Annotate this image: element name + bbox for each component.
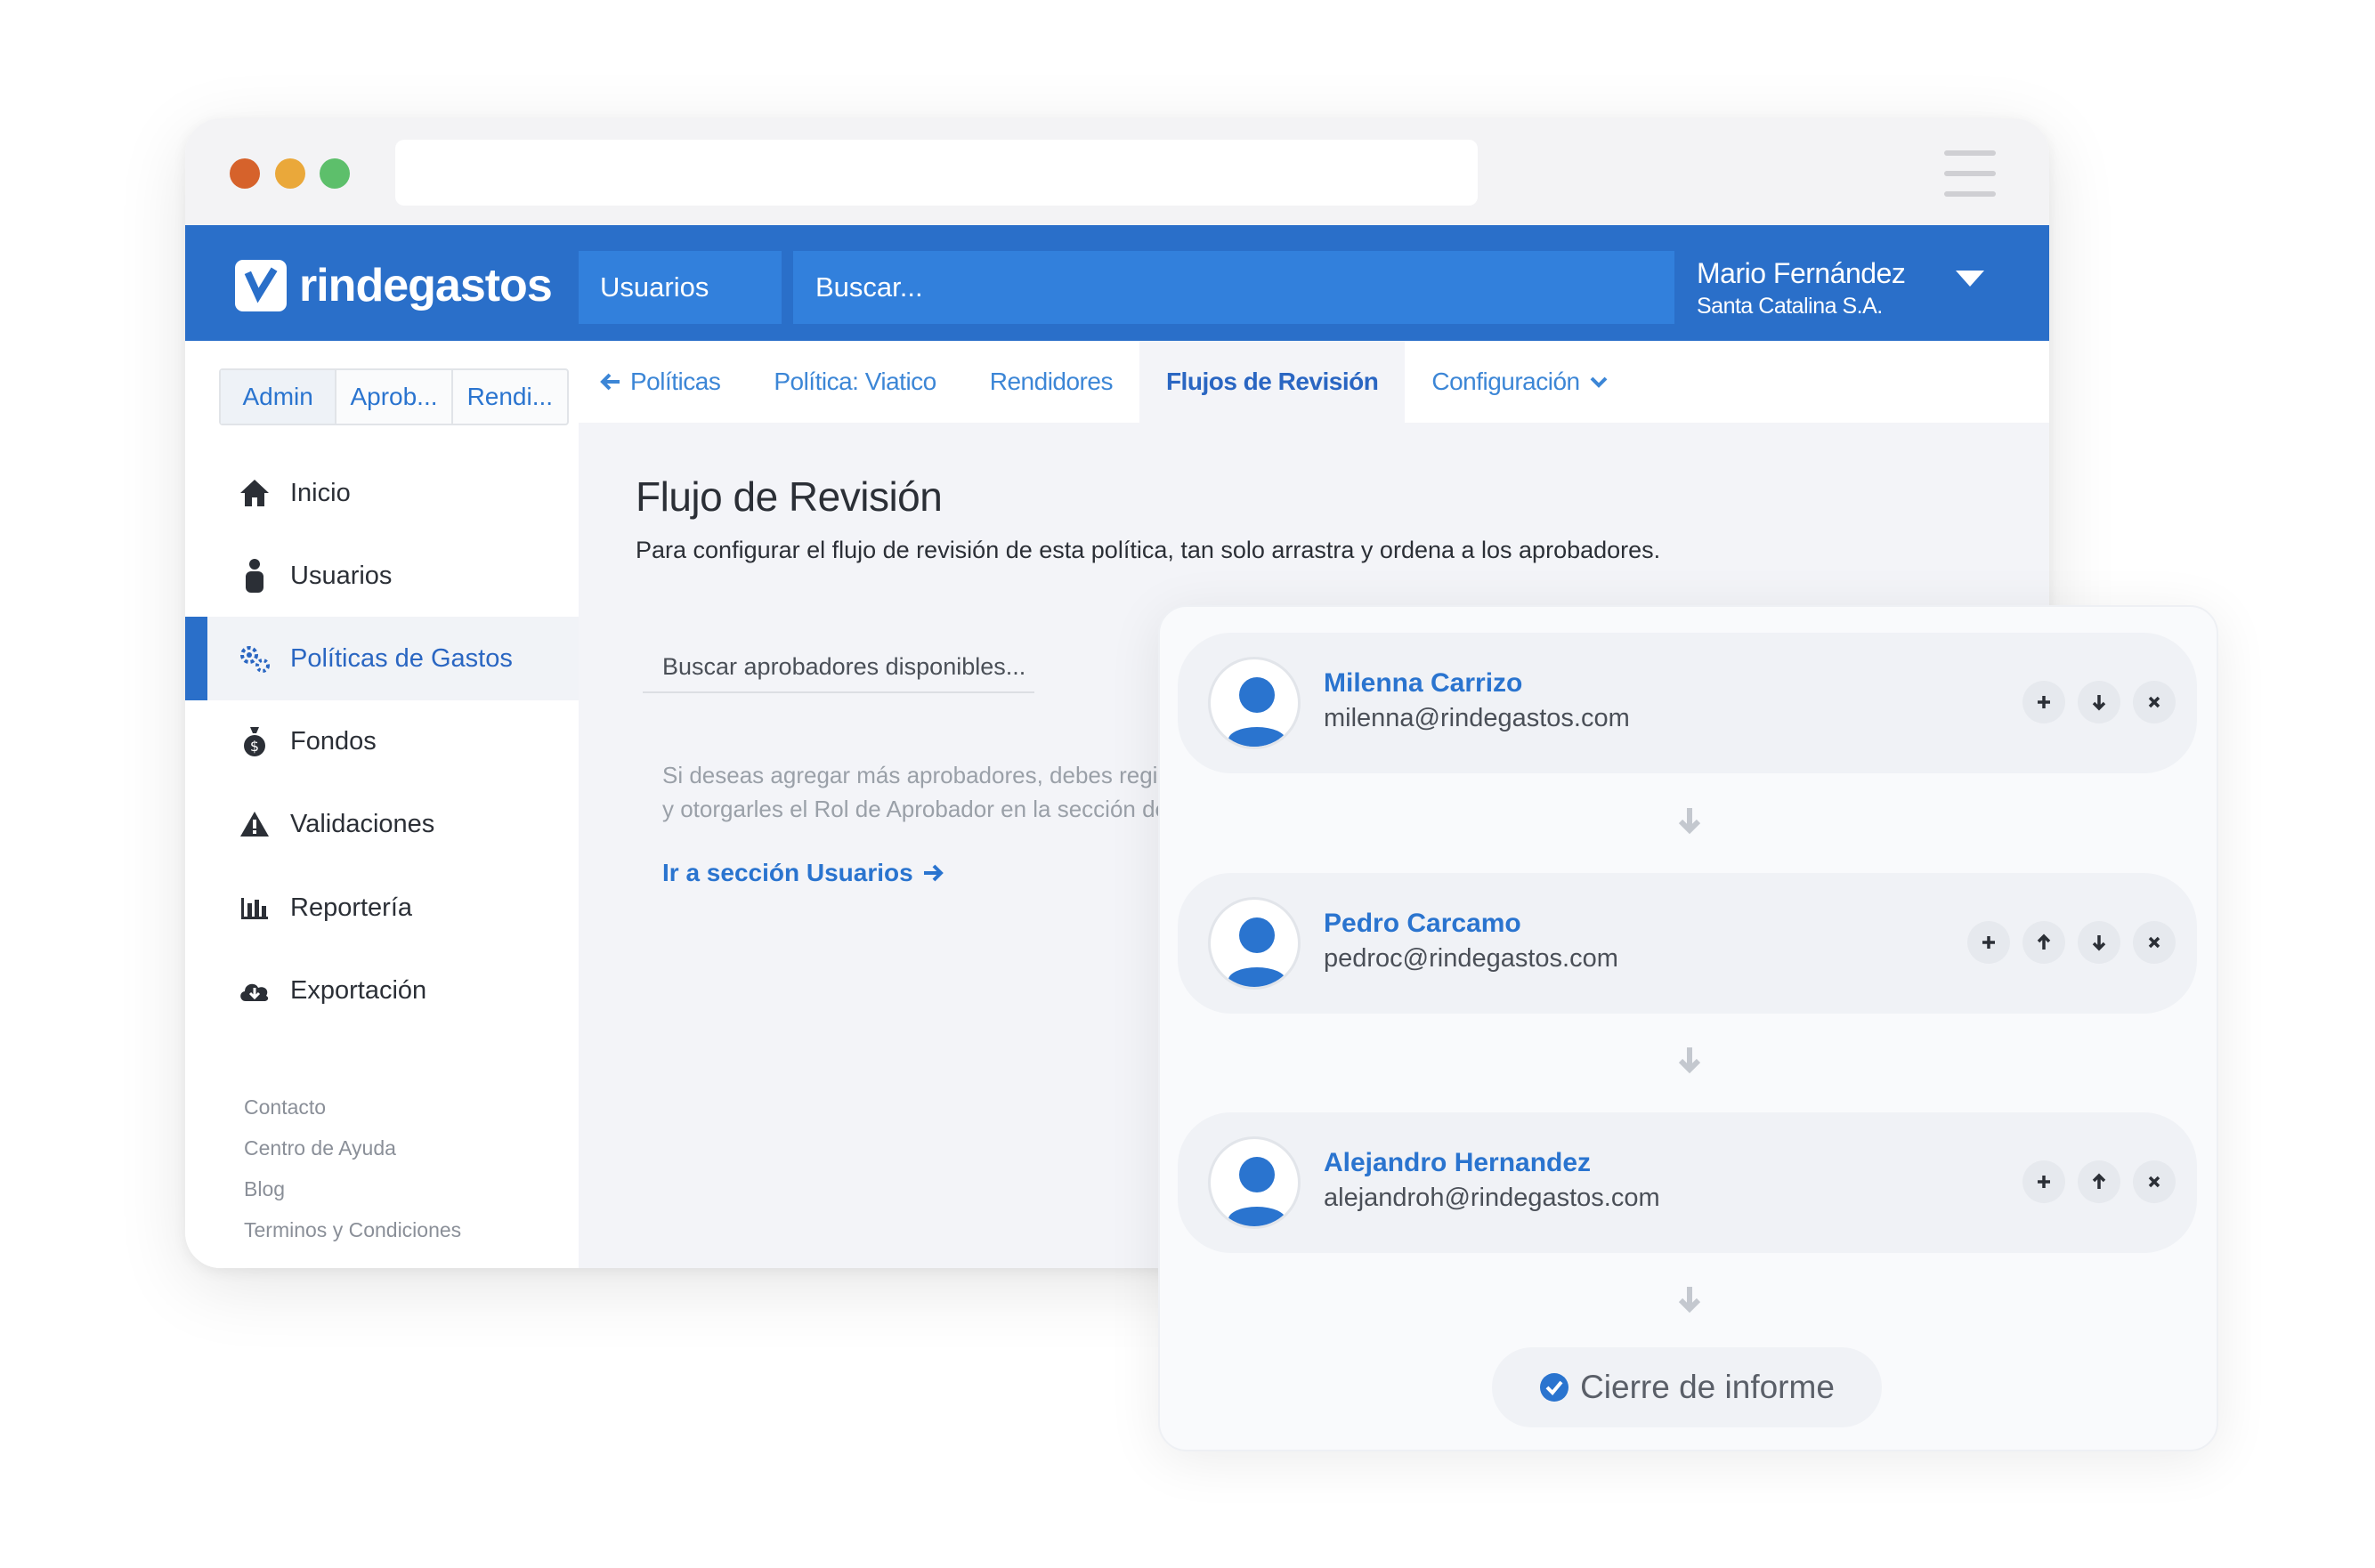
user-name[interactable]: Mario Fernández xyxy=(1697,257,1906,290)
approver-actions xyxy=(2010,681,2176,723)
hint-text: y otorgarles el Rol de Aprobador en la s… xyxy=(662,796,1169,822)
page-subtitle: Para configurar el flujo de revisión de … xyxy=(636,537,1661,563)
page-title: Flujo de Revisión xyxy=(636,473,943,520)
sidebar-item-reporteria[interactable]: Reportería xyxy=(185,866,579,950)
sidebar-item-inicio[interactable]: Inicio xyxy=(185,451,579,535)
logo-check-icon xyxy=(235,260,287,311)
svg-text:$: $ xyxy=(250,738,259,755)
subnav-back-politicas[interactable]: Políticas xyxy=(579,341,747,423)
role-tab-rendidor[interactable]: Rendi... xyxy=(453,370,567,424)
sidebar-item-label: Reportería xyxy=(290,893,413,922)
close-window-button[interactable] xyxy=(230,158,260,189)
sidebar: Admin Aprob... Rendi... Inicio Usuarios … xyxy=(185,341,579,1268)
closing-step-label: Cierre de informe xyxy=(1580,1369,1835,1405)
minimize-window-button[interactable] xyxy=(275,158,305,189)
chevron-down-icon[interactable] xyxy=(1954,268,1986,289)
chevron-down-icon xyxy=(1590,376,1608,388)
footer-link-contacto[interactable]: Contacto xyxy=(244,1095,326,1119)
subnav-label: Configuración xyxy=(1431,368,1580,395)
approver-actions xyxy=(2010,1160,2176,1203)
sub-navigation: Políticas Política: Viatico Rendidores F… xyxy=(579,341,2049,423)
arrow-left-icon xyxy=(600,373,620,391)
cloud-download-icon xyxy=(237,973,272,1008)
plus-icon[interactable] xyxy=(2022,681,2065,723)
arrow-up-icon[interactable] xyxy=(2078,1160,2120,1203)
home-icon xyxy=(237,475,272,511)
check-circle-icon xyxy=(1540,1373,1569,1402)
role-tabs: Admin Aprob... Rendi... xyxy=(219,368,569,425)
sidebar-item-label: Políticas de Gastos xyxy=(290,643,513,673)
subnav-politica-viatico[interactable]: Política: Viatico xyxy=(747,341,962,423)
maximize-window-button[interactable] xyxy=(320,158,350,189)
approver-card[interactable]: Alejandro Hernandez alejandroh@rindegast… xyxy=(1178,1112,2197,1253)
approver-card[interactable]: Pedro Carcamo pedroc@rindegastos.com xyxy=(1178,873,2197,1014)
hint-text: Si deseas agregar más aprobadores, debes… xyxy=(662,762,1170,788)
review-flow-card: Milenna Carrizo milenna@rindegastos.com … xyxy=(1158,605,2218,1451)
sidebar-item-exportacion[interactable]: Exportación xyxy=(185,949,579,1032)
go-users-link[interactable]: Ir a sección Usuarios xyxy=(662,859,944,887)
go-users-label: Ir a sección Usuarios xyxy=(662,859,913,886)
subnav-flujos-revision[interactable]: Flujos de Revisión xyxy=(1139,341,1406,423)
avatar-icon xyxy=(1208,1136,1301,1229)
closing-step-badge[interactable]: Cierre de informe xyxy=(1492,1347,1882,1427)
logo-text: rindegastos xyxy=(299,260,553,311)
bar-chart-icon xyxy=(237,890,272,925)
browser-chrome xyxy=(185,118,2049,225)
header-search-input[interactable]: Buscar... xyxy=(793,251,1674,324)
sidebar-item-usuarios[interactable]: Usuarios xyxy=(185,534,579,618)
money-bag-icon: $ xyxy=(237,723,272,759)
warning-icon xyxy=(237,806,272,842)
approver-email: alejandroh@rindegastos.com xyxy=(1324,1184,1660,1212)
search-approvers-input[interactable]: Buscar aprobadores disponibles... xyxy=(643,642,1034,693)
approver-name: Milenna Carrizo xyxy=(1324,668,1523,698)
approver-email: milenna@rindegastos.com xyxy=(1324,704,1630,732)
plus-icon[interactable] xyxy=(1967,921,2010,964)
sidebar-item-label: Inicio xyxy=(290,478,351,507)
sidebar-item-label: Exportación xyxy=(290,975,427,1005)
approver-card[interactable]: Milenna Carrizo milenna@rindegastos.com xyxy=(1178,633,2197,773)
close-icon[interactable] xyxy=(2133,1160,2176,1203)
address-bar[interactable] xyxy=(395,140,1478,206)
user-company: Santa Catalina S.A. xyxy=(1697,294,1883,319)
arrow-down-icon[interactable] xyxy=(2078,921,2120,964)
app-header: rindegastos Usuarios Buscar... Mario Fer… xyxy=(185,225,2049,341)
footer-link-blog[interactable]: Blog xyxy=(244,1177,285,1201)
close-icon[interactable] xyxy=(2133,681,2176,723)
role-tab-admin[interactable]: Admin xyxy=(221,370,337,424)
subnav-label: Políticas xyxy=(630,368,721,395)
flow-arrow-down-icon xyxy=(1678,1047,1701,1074)
approver-email: pedroc@rindegastos.com xyxy=(1324,944,1618,973)
menu-icon[interactable] xyxy=(1944,150,1996,197)
avatar-icon xyxy=(1208,897,1301,990)
approver-name: Alejandro Hernandez xyxy=(1324,1148,1592,1177)
sidebar-item-label: Validaciones xyxy=(290,809,435,838)
footer-link-terminos[interactable]: Terminos y Condiciones xyxy=(244,1218,461,1242)
header-tab-usuarios[interactable]: Usuarios xyxy=(579,251,782,324)
flow-arrow-down-icon xyxy=(1678,1287,1701,1313)
gears-icon xyxy=(237,641,272,676)
sidebar-item-label: Usuarios xyxy=(290,561,393,590)
subnav-rendidores[interactable]: Rendidores xyxy=(963,341,1139,423)
sidebar-item-validaciones[interactable]: Validaciones xyxy=(185,782,579,866)
arrow-right-icon xyxy=(923,864,944,882)
app-logo[interactable]: rindegastos xyxy=(235,259,553,312)
flow-arrow-down-icon xyxy=(1678,808,1701,835)
role-tab-aprobador[interactable]: Aprob... xyxy=(336,370,453,424)
footer-link-ayuda[interactable]: Centro de Ayuda xyxy=(244,1136,396,1160)
sidebar-item-label: Fondos xyxy=(290,726,377,756)
close-icon[interactable] xyxy=(2133,921,2176,964)
user-icon xyxy=(237,558,272,594)
arrow-up-icon[interactable] xyxy=(2022,921,2065,964)
subnav-configuracion[interactable]: Configuración xyxy=(1405,341,1634,423)
plus-icon[interactable] xyxy=(2022,1160,2065,1203)
sidebar-item-fondos[interactable]: $ Fondos xyxy=(185,699,579,783)
sidebar-item-politicas[interactable]: Políticas de Gastos xyxy=(185,617,579,700)
approver-actions xyxy=(1955,921,2176,964)
arrow-down-icon[interactable] xyxy=(2078,681,2120,723)
avatar-icon xyxy=(1208,657,1301,749)
approver-name: Pedro Carcamo xyxy=(1324,909,1521,938)
